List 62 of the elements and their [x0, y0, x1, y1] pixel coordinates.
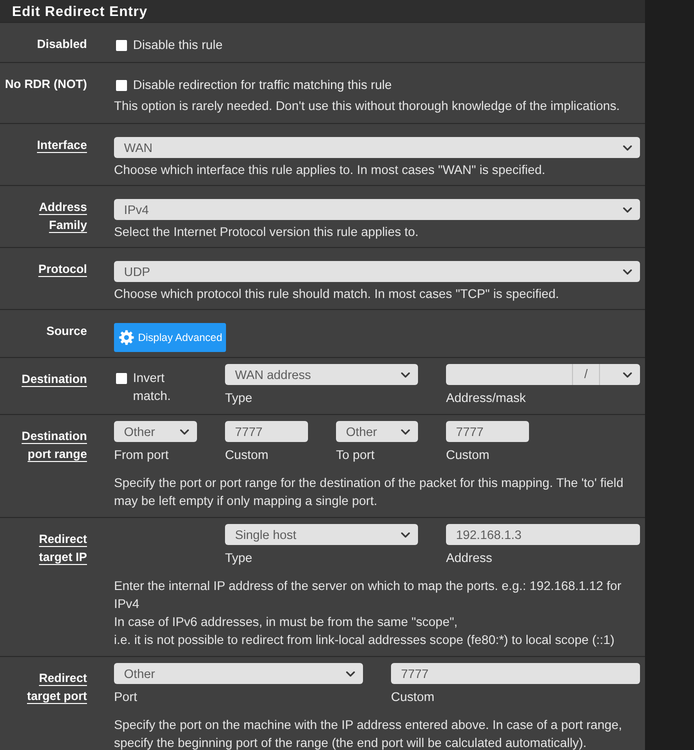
field-caption: To port	[336, 448, 375, 462]
chevron-down-icon	[180, 428, 189, 434]
panel-title: Edit Redirect Entry	[12, 3, 148, 19]
dropdown-select[interactable]: Other	[114, 663, 363, 684]
checkbox-label: Invert match.	[133, 370, 172, 405]
help-text: Choose which interface this rule applies to. In most cases "WAN" is specified.	[114, 163, 546, 177]
text-field[interactable]: 192.168.1.3	[446, 524, 640, 545]
help-text: In case of IPv6 addresses, in must be from the same "scope",	[114, 615, 458, 629]
text-field[interactable]: 7777	[391, 663, 640, 684]
field-caption: From port	[114, 448, 169, 462]
field-label: Redirect target IP	[38, 532, 87, 564]
field-label: Source	[46, 324, 87, 338]
help-text: Choose which protocol this rule should match. In most cases "TCP" is specified.	[114, 287, 560, 301]
chevron-down-icon	[346, 670, 355, 676]
help-text: i.e. it is not possible to redirect from link-local addresses scope (fe80:*) to local scope (::1)	[114, 633, 614, 647]
field-label: Protocol	[38, 262, 87, 276]
field-caption: Custom	[225, 448, 268, 462]
checkbox[interactable]	[116, 372, 127, 384]
field-caption: Address	[446, 551, 492, 565]
field-label: Disabled	[36, 37, 87, 51]
chevron-down-icon	[623, 144, 632, 150]
field-caption: Type	[225, 551, 252, 565]
dropdown-select[interactable]: UDP	[114, 261, 640, 282]
field-label: Address Family	[38, 200, 87, 232]
help-text: Specify the port on the machine with the IP address entered above. In case of a port range, specify the beginning port of the range (the end port will be calculated automatically).	[114, 718, 622, 750]
field-caption: Port	[114, 690, 138, 704]
chevron-down-icon	[623, 206, 632, 212]
dropdown-select[interactable]: Single host	[225, 524, 418, 545]
text-field[interactable]: 7777	[225, 421, 308, 442]
dropdown-select[interactable]: Other	[336, 421, 418, 442]
chevron-down-icon	[401, 532, 410, 538]
chevron-down-icon	[401, 372, 410, 378]
field-label: Destination port range	[22, 429, 87, 461]
field-label: Redirect target port	[27, 671, 87, 703]
gear-icon	[119, 330, 134, 345]
field-label: No RDR (NOT)	[5, 77, 87, 91]
chevron-down-icon	[401, 428, 410, 434]
field-label: Interface	[36, 138, 87, 152]
address-field[interactable]	[446, 364, 572, 385]
field-caption: Address/mask	[446, 391, 526, 405]
dropdown-select[interactable]: WAN address	[225, 364, 418, 385]
chevron-down-icon	[623, 372, 632, 378]
dropdown-select[interactable]: Other	[114, 421, 197, 442]
advanced-button[interactable]: Display Advanced	[114, 323, 226, 352]
checkbox-label: Disable redirection for traffic matching this rule	[133, 77, 392, 94]
checkbox[interactable]	[116, 40, 127, 50]
checkbox[interactable]	[116, 80, 127, 90]
help-text: Select the Internet Protocol version this rule applies to.	[114, 225, 419, 239]
field-caption: Custom	[391, 690, 434, 704]
help-text: This option is rarely needed. Don't use this without thorough knowledge of the implications.	[114, 99, 620, 113]
dropdown-select[interactable]: WAN	[114, 137, 640, 158]
chevron-down-icon	[623, 268, 632, 274]
separator-text: /	[584, 367, 588, 382]
dropdown-select[interactable]: IPv4	[114, 199, 640, 220]
help-text: Specify the port or port range for the destination of the packet for this mapping. The 'to' field may be left empty if only mapping a single port.	[114, 476, 624, 508]
field-caption: Custom	[446, 448, 490, 462]
mask-select[interactable]	[600, 364, 640, 385]
field-label: Destination	[22, 372, 87, 386]
help-text: Enter the internal IP address of the server on which to map the ports. e.g.: 192.168.1.12 for IPv4	[114, 579, 622, 611]
field-caption: Type	[225, 391, 252, 405]
text-field[interactable]: 7777	[446, 421, 529, 442]
checkbox-label: Disable this rule	[133, 37, 223, 54]
